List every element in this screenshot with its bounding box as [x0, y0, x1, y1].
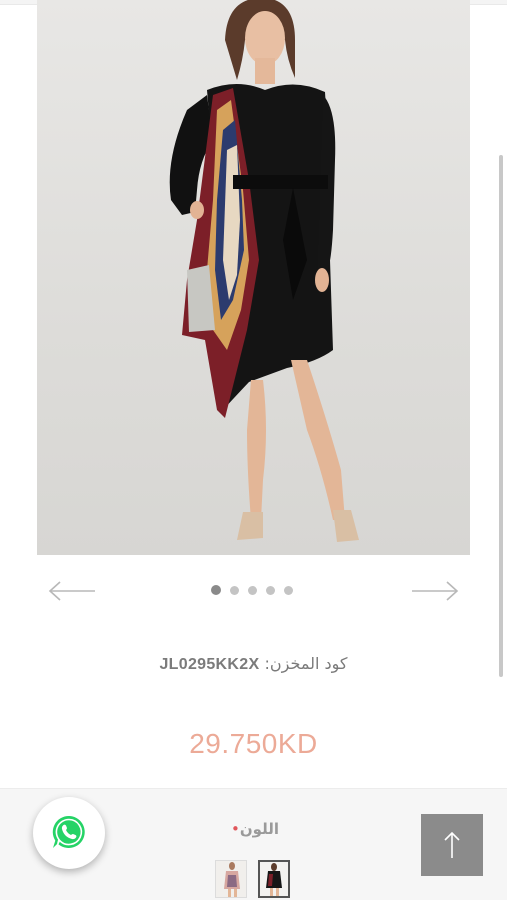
- carousel-prev-button[interactable]: [47, 578, 97, 604]
- page-scrollbar[interactable]: [499, 155, 503, 677]
- product-photo: [169, 0, 359, 542]
- product-page: JL0295KK2X كود المخزن: 29.750KD اللون•: [0, 0, 507, 900]
- whatsapp-icon: [52, 815, 85, 848]
- arrow-left-icon: [48, 581, 95, 601]
- scroll-to-top-button[interactable]: [421, 814, 483, 876]
- color-swatch-printed[interactable]: [215, 860, 247, 898]
- product-price: 29.750KD: [189, 728, 318, 759]
- whatsapp-button[interactable]: [33, 797, 105, 869]
- carousel-dot-3[interactable]: [248, 585, 257, 595]
- swatch-thumbnail: [260, 862, 288, 896]
- arrow-up-icon: [444, 831, 460, 858]
- arrow-right-icon: [412, 581, 459, 601]
- color-swatch-black[interactable]: [258, 860, 290, 898]
- sku-label: كود المخزن:: [264, 654, 348, 673]
- required-mark: •: [231, 820, 240, 838]
- product-image[interactable]: [37, 0, 470, 555]
- sku-value: JL0295KK2X: [159, 656, 260, 673]
- swatch-thumbnail: [216, 861, 246, 897]
- color-option-label: اللون•: [210, 820, 300, 838]
- carousel-dot-5[interactable]: [284, 585, 293, 595]
- carousel-dot-2[interactable]: [230, 585, 239, 595]
- carousel-dot-4[interactable]: [266, 585, 275, 595]
- carousel-dot-1[interactable]: [211, 585, 221, 595]
- carousel-indicator: [211, 585, 293, 595]
- carousel-next-button[interactable]: [410, 578, 460, 604]
- color-label-text: اللون: [239, 820, 279, 838]
- sku-row: JL0295KK2X كود المخزن:: [0, 654, 507, 674]
